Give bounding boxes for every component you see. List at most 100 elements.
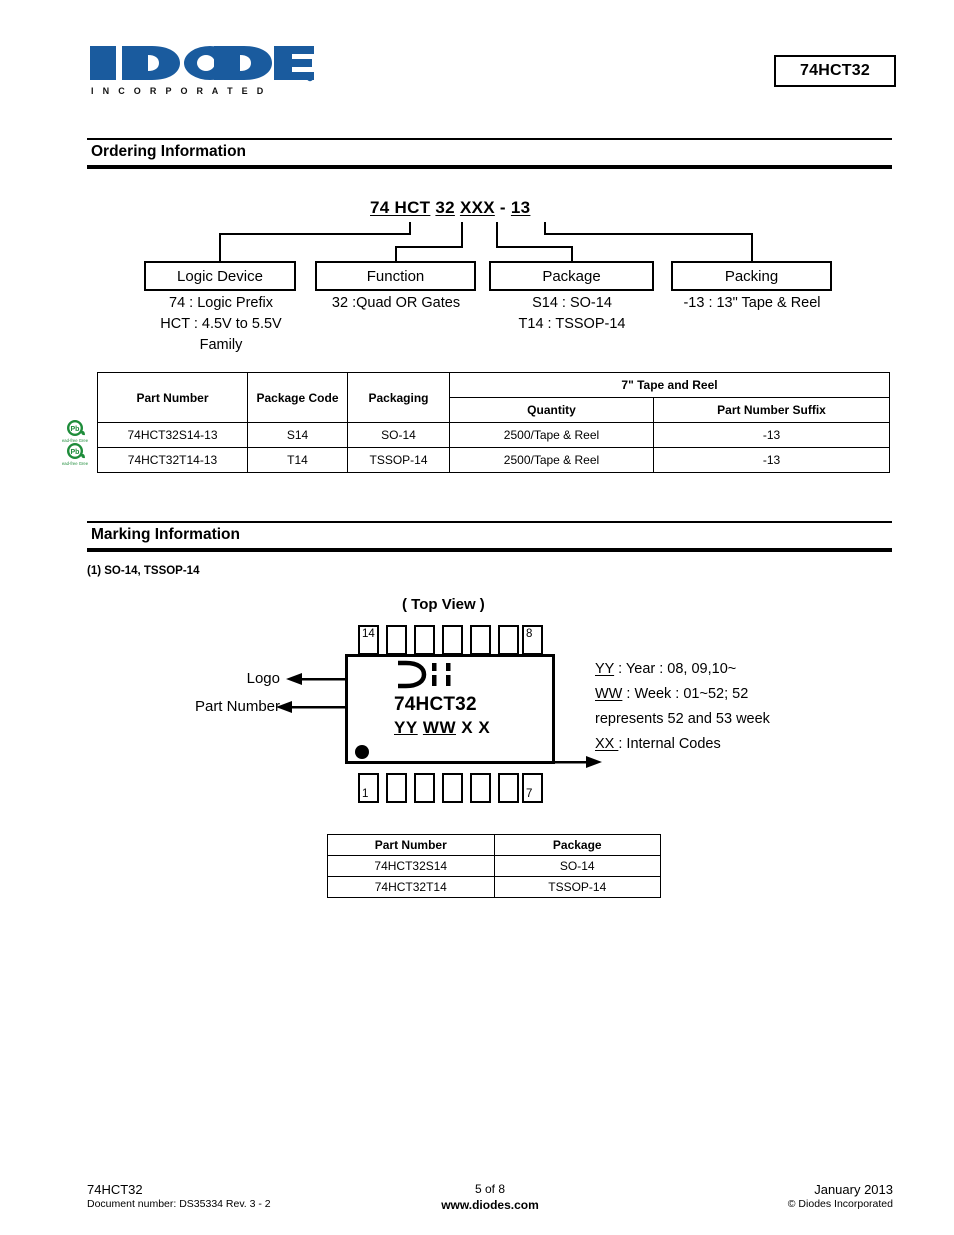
section-header-marking-information: Marking Information (87, 521, 892, 552)
pn-segment-packing: 13 (510, 198, 531, 217)
ordering-desc-function: 32 :Quad OR Gates (331, 295, 461, 311)
cell-part-number: 74HCT32T14 (327, 876, 495, 898)
pin-5 (470, 773, 491, 803)
ordering-box-function: Function (315, 261, 476, 291)
cell-part-number: 74HCT32S14-13 (97, 422, 248, 448)
pin-label: 14 (362, 628, 375, 640)
cell-packaging: SO-14 (347, 422, 450, 448)
footer-copyright: © Diodes Incorporated (787, 1198, 893, 1210)
pin-label: 8 (526, 628, 533, 640)
pin-1: 1 (358, 773, 379, 803)
pin-9 (498, 625, 519, 655)
legend-line-year: YY : Year : 08, 09,10~ (595, 657, 895, 682)
leader-label-part-number: Part Number (194, 698, 280, 715)
pn-segment-package: XXX (459, 198, 495, 217)
legend-line-internal-codes: XX : Internal Codes (595, 732, 895, 757)
table-row: 74HCT32T14-13 T14 TSSOP-14 2500/Tape & R… (97, 447, 890, 473)
ordering-part-number-string: 74 HCT 32 XXX - 13 (370, 198, 530, 218)
pin-1-dot-marker (355, 745, 369, 759)
legend-line-week-cont: represents 52 and 53 week (595, 711, 770, 727)
pin-2 (386, 773, 407, 803)
pin-10 (470, 625, 491, 655)
pin-12 (414, 625, 435, 655)
col-header-package: Package (493, 834, 661, 856)
leader-label-logo: Logo (246, 670, 280, 687)
col-header-part-number: Part Number (327, 834, 495, 856)
svg-text:Pb: Pb (71, 426, 80, 433)
col-header-package-code: Package Code (247, 372, 348, 423)
pin-13 (386, 625, 407, 655)
footer-date: January 2013 (814, 1182, 893, 1197)
cell-package-code: T14 (247, 447, 348, 473)
col-header-tape-and-reel: 7" Tape and Reel (449, 372, 890, 398)
pin-3 (414, 773, 435, 803)
ordering-box-label: Packing (724, 267, 779, 285)
marking-legend: YY : Year : 08, 09,10~ WW : Week : 01~52… (595, 657, 895, 757)
legend-text-yy: : Year : 08, 09,10~ (614, 661, 737, 677)
top-view-label: ( Top View ) (402, 596, 485, 613)
ordering-box-package: Package (489, 261, 654, 291)
pn-segment-function: 32 (435, 198, 455, 217)
pin-11 (442, 625, 463, 655)
logo-subtext: I N C O R P O R A T E D (91, 86, 267, 96)
ordering-desc-packing: -13 : 13" Tape & Reel (683, 295, 821, 311)
col-header-part-number-suffix: Part Number Suffix (653, 397, 890, 423)
pin-label: 1 (362, 788, 369, 800)
legend-text-ww: : Week : 01~52; 52 (622, 686, 749, 702)
marking-ww: WW (422, 718, 457, 737)
pin-4 (442, 773, 463, 803)
footer-website[interactable]: www.diodes.com (87, 1198, 893, 1212)
cell-package-code: S14 (247, 422, 348, 448)
legend-key-xx: XX (595, 736, 619, 752)
pn-segment-logic-device: 74 HCT (370, 198, 431, 217)
col-header-part-number: Part Number (97, 372, 248, 423)
section-title-ordering: Ordering Information (91, 143, 246, 160)
header-part-number-box: 74HCT32 (774, 55, 896, 87)
legend-key-yy: YY (595, 661, 615, 677)
marking-information-table: Part Number Package 74HCT32S14 SO-14 74H… (327, 834, 661, 898)
diagram-connector-lines (219, 222, 753, 768)
package-logo-mark (394, 660, 456, 695)
cell-quantity: 2500/Tape & Reel (449, 422, 654, 448)
cell-quantity: 2500/Tape & Reel (449, 447, 654, 473)
cell-part-number: 74HCT32S14 (327, 855, 495, 877)
table-row: 74HCT32S14 SO-14 (327, 855, 661, 877)
ordering-desc-package: S14 : SO-14 T14 : TSSOP-14 (518, 295, 626, 332)
pin-6 (498, 773, 519, 803)
cell-part-number: 74HCT32T14-13 (97, 447, 248, 473)
ordering-box-label: Function (366, 267, 425, 285)
pin-8: 8 (522, 625, 543, 655)
svg-text:Pb: Pb (71, 449, 80, 456)
svg-text:Lead-free Green: Lead-free Green (62, 461, 88, 466)
diodes-logo: I N C O R P O R A T E D (88, 42, 318, 98)
package-marking-part-number: 74HCT32 (394, 694, 477, 715)
ordering-information-table: Part Number Package Code Packaging 7" Ta… (97, 372, 890, 473)
header-part-number: 74HCT32 (800, 62, 870, 79)
cell-suffix: -13 (653, 447, 890, 473)
footer-page-number: 5 of 8 (474, 1182, 506, 1196)
pin-14: 14 (358, 625, 379, 655)
pin-7: 7 (522, 773, 543, 803)
col-header-packaging: Packaging (347, 372, 450, 423)
marking-x1: X (461, 718, 474, 737)
ordering-box-logic-device: Logic Device (144, 261, 296, 291)
legend-line-week: WW : Week : 01~52; 52 (595, 682, 895, 707)
cell-packaging: TSSOP-14 (347, 447, 450, 473)
section-header-ordering-information: Ordering Information (87, 138, 892, 169)
legend-key-ww: WW (595, 686, 623, 702)
ordering-box-label: Package (542, 267, 601, 285)
pin-label: 7 (526, 788, 533, 800)
cell-package: SO-14 (493, 855, 661, 877)
marking-x2: X (478, 718, 491, 737)
marking-yy: YY (394, 718, 418, 737)
section-title-marking: Marking Information (91, 526, 240, 543)
lead-free-green-icon: Pb Lead-free Green (60, 441, 91, 467)
cell-suffix: -13 (653, 422, 890, 448)
cell-package: TSSOP-14 (493, 876, 661, 898)
datasheet-page: I N C O R P O R A T E D 74HCT32 Ordering… (0, 0, 954, 1235)
table-row: 74HCT32S14-13 S14 SO-14 2500/Tape & Reel… (97, 422, 890, 448)
package-marking-date-code: YY WW X X (394, 718, 490, 738)
ordering-box-packing: Packing (671, 261, 832, 291)
legend-text-xx: : Internal Codes (618, 736, 721, 752)
ordering-desc-logic-device: 74 : Logic Prefix HCT : 4.5V to 5.5V Fam… (160, 295, 282, 353)
